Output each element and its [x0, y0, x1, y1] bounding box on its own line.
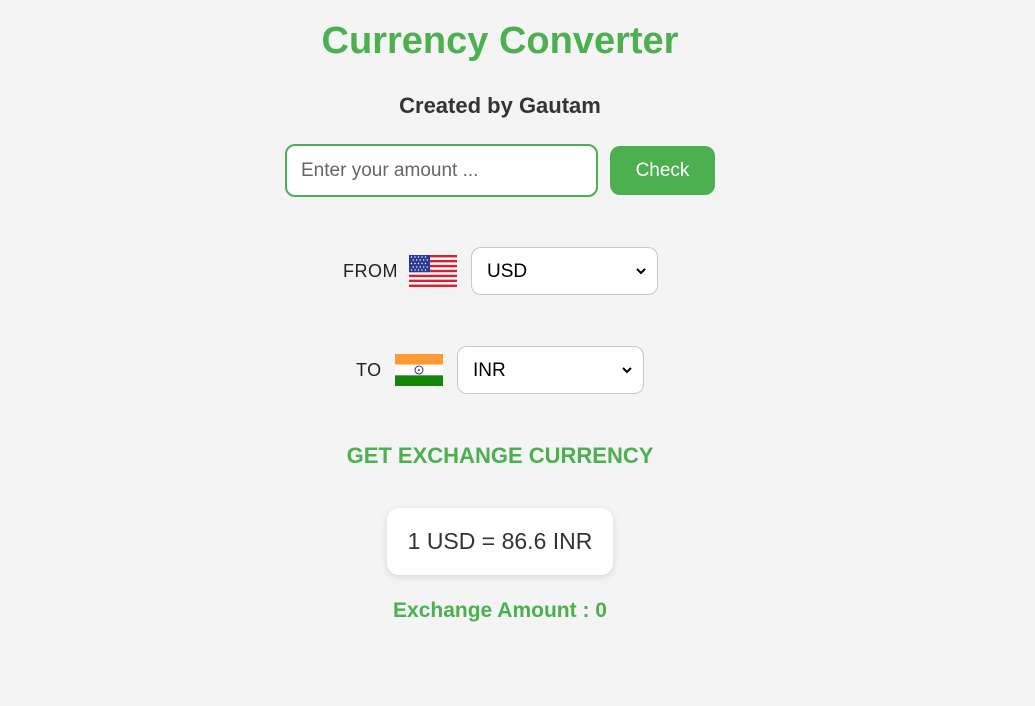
exchange-rate-display: 1 USD = 86.6 INR — [387, 508, 613, 575]
page-subtitle: Created by Gautam — [399, 93, 601, 118]
us-flag-icon — [409, 255, 457, 287]
to-currency-select[interactable]: INR — [457, 346, 644, 394]
india-flag-icon — [395, 354, 443, 386]
to-currency-value: INR — [473, 360, 506, 381]
exchange-amount-text: Exchange Amount : 0 — [393, 599, 607, 622]
to-label: TO — [356, 360, 382, 380]
chevron-down-icon — [622, 367, 632, 374]
chevron-down-icon — [636, 268, 646, 275]
get-exchange-currency-link[interactable]: GET EXCHANGE CURRENCY — [0, 443, 1000, 469]
currency-converter-page: Currency Converter Created by Gautam Che… — [0, 0, 1035, 706]
page-title: Currency Converter — [321, 20, 679, 62]
from-currency-select[interactable]: USD — [471, 247, 658, 295]
from-currency-value: USD — [487, 261, 528, 282]
amount-input[interactable] — [285, 144, 598, 197]
check-button[interactable]: Check — [610, 146, 715, 195]
from-label: FROM — [343, 261, 398, 281]
